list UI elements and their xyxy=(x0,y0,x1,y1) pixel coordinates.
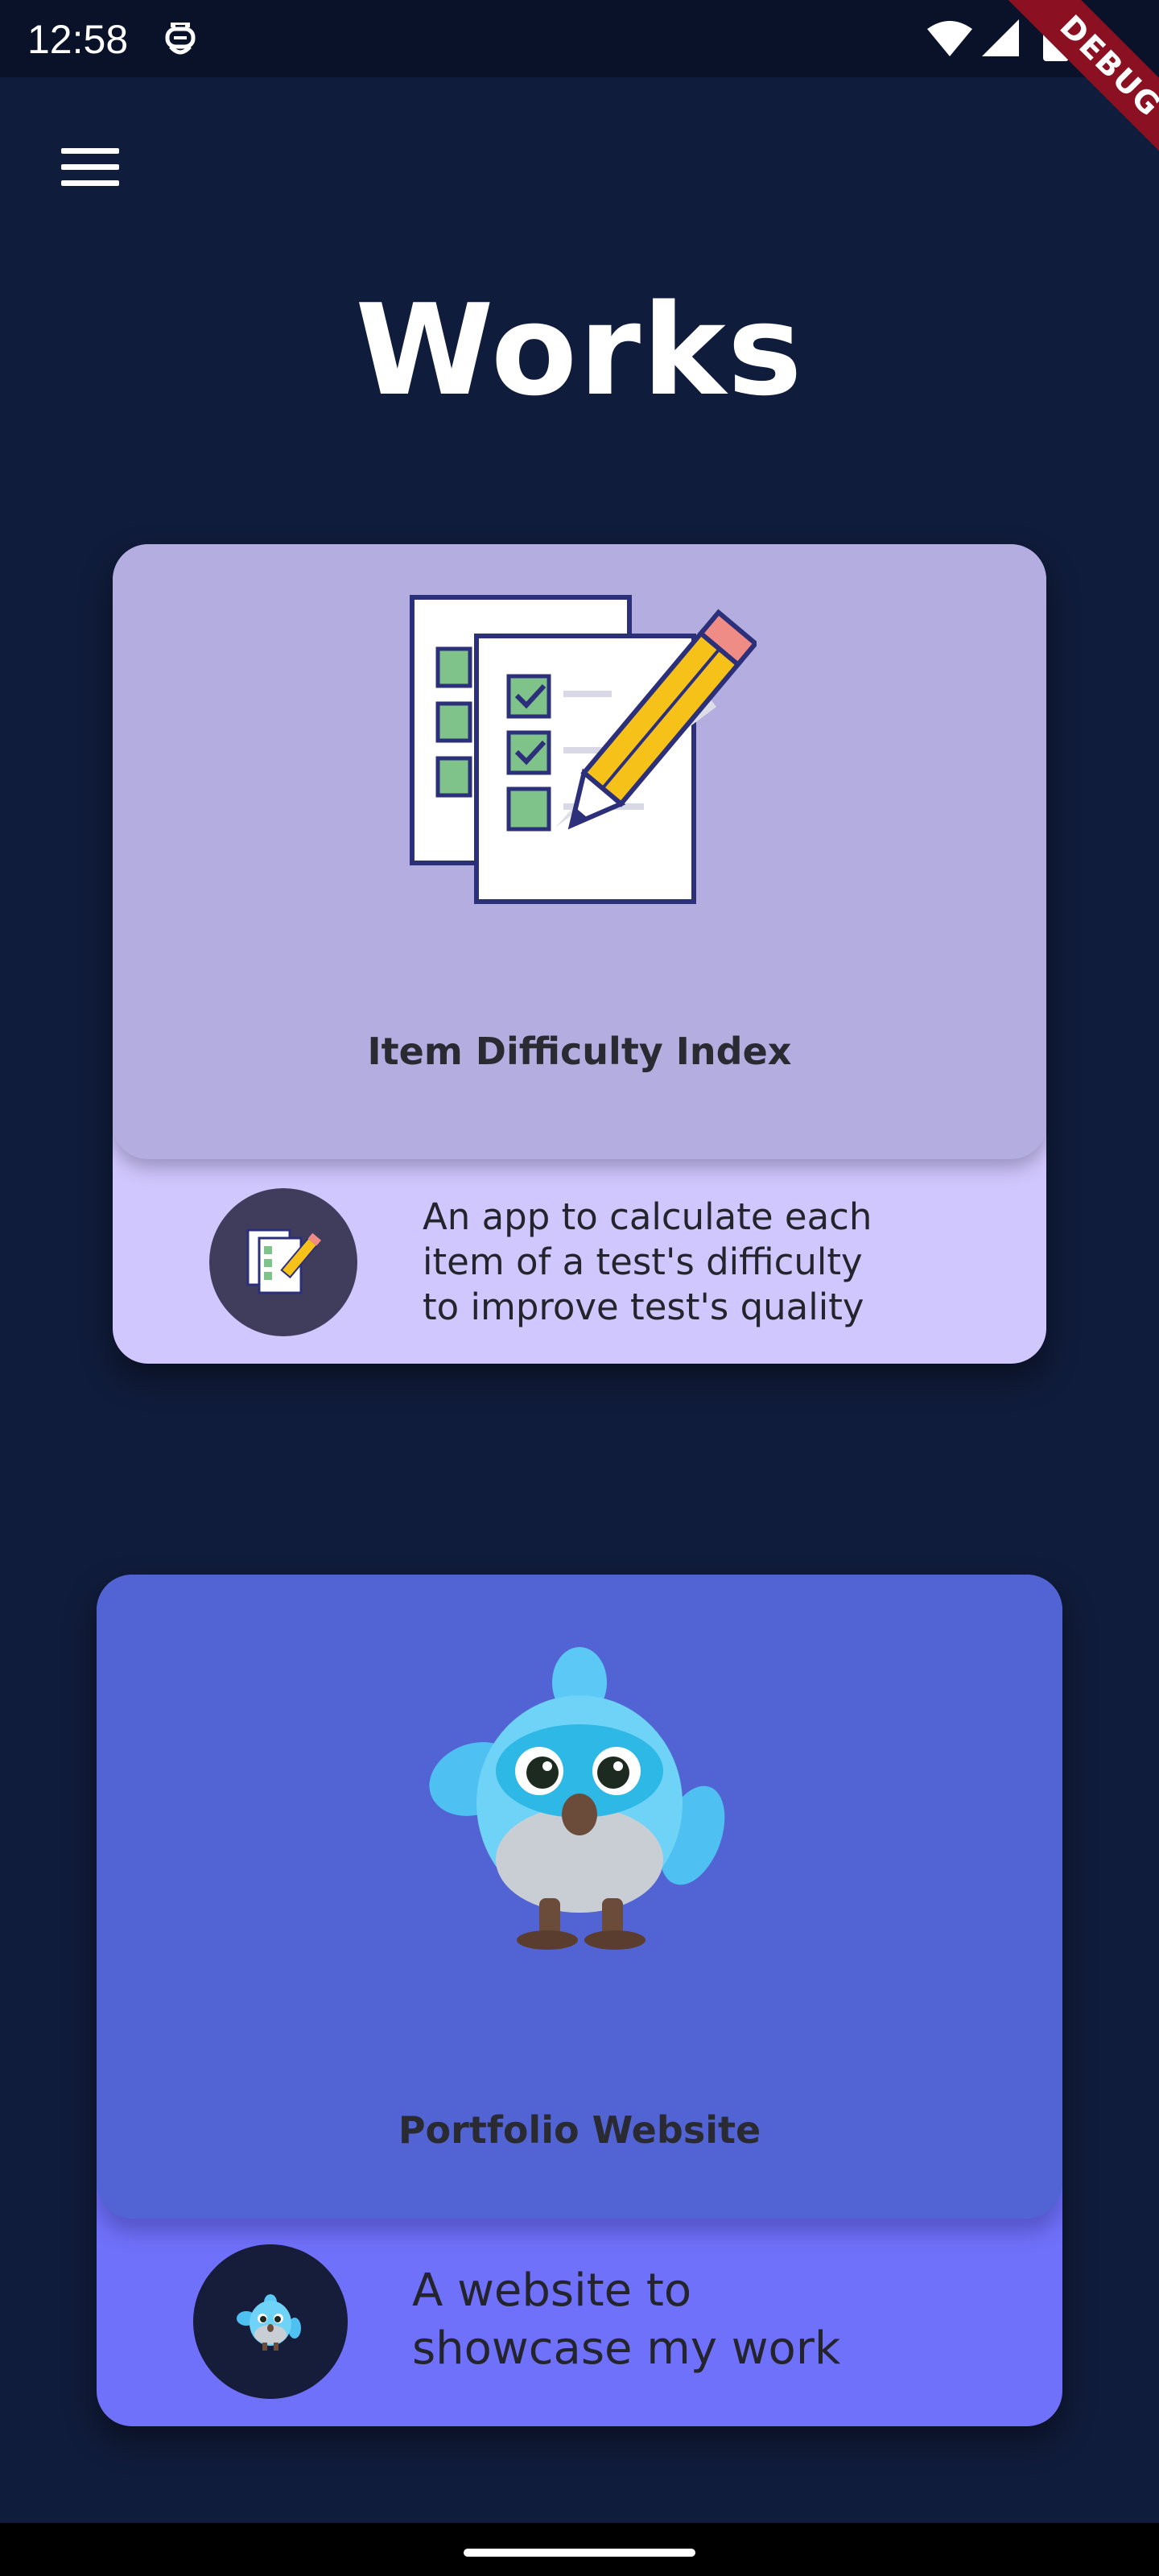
work-card-portfolio-website[interactable]: Portfolio Website A website to showcase … xyxy=(97,1575,1062,2426)
work-card-description: An app to calculate each item of a test'… xyxy=(423,1195,986,1330)
description-line: showcase my work xyxy=(412,2322,841,2375)
work-card-header: Portfolio Website xyxy=(97,1575,1062,2219)
hamburger-menu-button[interactable] xyxy=(50,134,127,201)
description-line: An app to calculate each xyxy=(423,1195,872,1238)
home-indicator[interactable] xyxy=(464,2549,695,2557)
description-line: to improve test's quality xyxy=(423,1286,864,1328)
blue-bird-mascot-icon xyxy=(237,2294,301,2351)
notification-app-icon xyxy=(165,23,196,55)
description-line: item of a test's difficulty xyxy=(423,1241,863,1283)
works-screen: 12:58 DEBUG Works Item Difficulty Index … xyxy=(0,0,1159,2576)
debug-banner: DEBUG xyxy=(1001,0,1159,175)
hamburger-menu-icon xyxy=(61,148,119,154)
work-card-title: Item Difficulty Index xyxy=(367,1030,792,1073)
debug-banner-corner: DEBUG xyxy=(966,0,1159,193)
work-card-item-difficulty-index[interactable]: Item Difficulty Index An app to calculat… xyxy=(113,544,1046,1364)
description-line: A website to xyxy=(412,2264,692,2317)
checklist-pencil-icon xyxy=(246,1228,322,1294)
checklist-pencil-icon xyxy=(410,595,757,904)
work-card-description: A website to showcase my work xyxy=(412,2262,975,2378)
work-card-header: Item Difficulty Index xyxy=(113,544,1046,1159)
status-time: 12:58 xyxy=(27,17,129,62)
work-thumbnail xyxy=(209,1188,357,1336)
hamburger-menu-icon-bar xyxy=(61,180,119,186)
work-thumbnail xyxy=(193,2244,348,2399)
work-card-title: Portfolio Website xyxy=(398,2108,761,2152)
page-title: Works xyxy=(355,277,804,423)
blue-bird-mascot-icon xyxy=(429,1647,725,1950)
hamburger-menu-icon-bar xyxy=(61,164,119,170)
